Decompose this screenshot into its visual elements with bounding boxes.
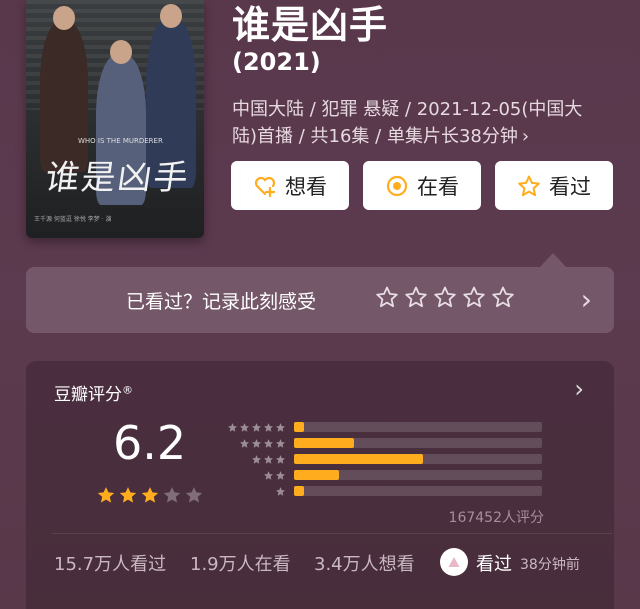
- rating-bar: [294, 486, 304, 496]
- watching-count[interactable]: 1.9万人在看: [190, 550, 291, 576]
- star-empty-icon: [163, 487, 181, 503]
- seen-count[interactable]: 15.7万人看过: [54, 550, 166, 576]
- heart-plus-icon: [254, 176, 276, 197]
- rating-count[interactable]: 167452人评分: [449, 507, 544, 527]
- show-title: 谁是凶手: [232, 3, 389, 47]
- rating-bar-row: [224, 421, 542, 433]
- star-small-icon: [276, 454, 285, 464]
- star-small-icon: [252, 422, 261, 432]
- target-icon: [386, 175, 408, 196]
- score-stars: [96, 485, 204, 505]
- rate-stars[interactable]: [375, 285, 515, 309]
- record-feeling-bar[interactable]: 已看过？记录此刻感受 ›: [26, 267, 614, 333]
- poster-head: [110, 40, 132, 64]
- triangle-icon: [448, 557, 460, 567]
- poster-subtitle: WHO IS THE MURDERER: [78, 137, 163, 145]
- star-outline-icon: [518, 175, 540, 196]
- star-outline-icon[interactable]: [404, 285, 428, 309]
- show-meta[interactable]: 中国大陆 / 犯罪 悬疑 / 2021-12-05(中国大陆)首播 / 共16集…: [232, 96, 604, 150]
- rating-bar-track: [294, 454, 542, 464]
- star-small-icon: [264, 470, 273, 480]
- watched-button[interactable]: 看过: [495, 161, 613, 210]
- rating-score: 6.2: [113, 416, 187, 470]
- rating-bar: [294, 454, 423, 464]
- rating-bar: [294, 422, 304, 432]
- star-empty-icon: [185, 487, 203, 503]
- rating-bar: [294, 438, 354, 448]
- star-outline-icon[interactable]: [462, 285, 486, 309]
- star-small-icon: [276, 438, 285, 448]
- chevron-right-icon: ›: [580, 283, 592, 316]
- want-to-watch-label: 想看: [285, 174, 327, 199]
- star-small-icon: [264, 422, 273, 432]
- rating-title-text: 豆瓣评分: [54, 385, 122, 405]
- avatar[interactable]: [440, 548, 468, 576]
- rating-bar-label: [224, 470, 286, 481]
- wish-count[interactable]: 3.4万人想看: [314, 550, 415, 576]
- star-small-icon: [240, 438, 249, 448]
- poster-head: [160, 4, 182, 28]
- poster-head: [53, 6, 75, 30]
- show-meta-text: 中国大陆 / 犯罪 悬疑 / 2021-12-05(中国大陆)首播 / 共16集…: [232, 99, 583, 147]
- my-status: 看过: [476, 554, 512, 575]
- rating-bar-track: [294, 486, 542, 496]
- star-small-icon: [252, 454, 261, 464]
- chevron-right-icon: ›: [574, 375, 584, 403]
- star-small-icon: [264, 438, 273, 448]
- show-year: (2021): [232, 48, 321, 76]
- star-small-icon: [276, 470, 285, 480]
- star-small-icon: [228, 422, 237, 432]
- record-prompt: 已看过？记录此刻感受: [126, 291, 317, 313]
- want-to-watch-button[interactable]: 想看: [231, 161, 349, 210]
- star-outline-icon[interactable]: [491, 285, 515, 309]
- star-filled-icon: [141, 487, 159, 503]
- star-small-icon: [276, 422, 285, 432]
- rating-title: 豆瓣评分®: [54, 380, 133, 405]
- rating-bar-row: [224, 453, 542, 465]
- rating-bar-label: [224, 422, 286, 433]
- rating-bar: [294, 470, 339, 480]
- rating-bar-row: [224, 485, 542, 497]
- star-outline-icon[interactable]: [375, 285, 399, 309]
- star-small-icon: [252, 438, 261, 448]
- rating-bar-row: [224, 469, 542, 481]
- rating-bar-track: [294, 470, 542, 480]
- watching-label: 在看: [417, 174, 459, 199]
- rating-bar-label: [224, 486, 286, 497]
- rating-bar-track: [294, 422, 542, 432]
- douban-rating-card[interactable]: 豆瓣评分® › 6.2 167452人评分 15.7万人看过 1.9万人在看 3…: [26, 361, 614, 609]
- registered-mark: ®: [122, 383, 133, 397]
- star-small-icon: [276, 486, 285, 496]
- watched-label: 看过: [549, 174, 591, 199]
- poster-title: 谁是凶手: [42, 158, 193, 198]
- divider: [52, 533, 612, 534]
- rating-bar-label: [224, 438, 286, 449]
- star-small-icon: [240, 422, 249, 432]
- popover-caret: [540, 253, 566, 267]
- chevron-right-icon: ›: [521, 126, 530, 147]
- star-small-icon: [264, 454, 273, 464]
- rating-bar-row: [224, 437, 542, 449]
- rating-bar-track: [294, 438, 542, 448]
- poster-credits: 王千源 何蓝逗 徐悦 李梦 · 演: [34, 216, 112, 223]
- star-outline-icon[interactable]: [433, 285, 457, 309]
- status-time: 38分钟前: [520, 557, 580, 573]
- watching-button[interactable]: 在看: [363, 161, 481, 210]
- star-filled-icon: [119, 487, 137, 503]
- poster-image[interactable]: WHO IS THE MURDERER 谁是凶手 王千源 何蓝逗 徐悦 李梦 ·…: [26, 0, 204, 238]
- star-filled-icon: [97, 487, 115, 503]
- rating-bar-label: [224, 454, 286, 465]
